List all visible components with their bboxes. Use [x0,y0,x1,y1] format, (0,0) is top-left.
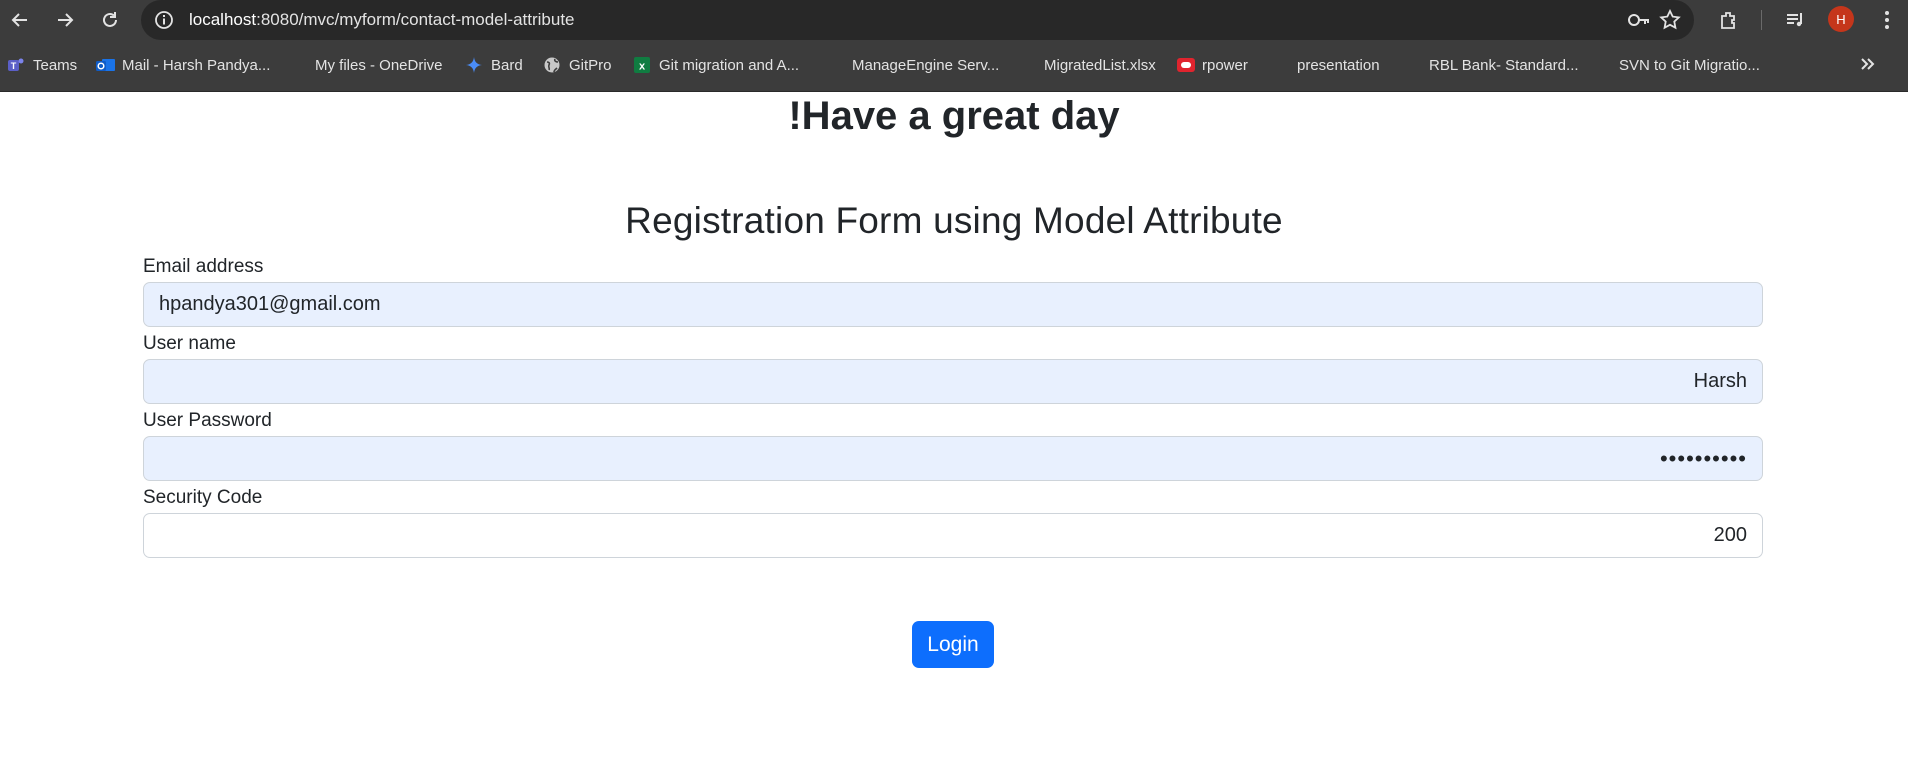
bookmark-label: rpower [1202,56,1248,74]
bookmark-label: RBL Bank- Standard... [1429,56,1579,74]
outlook-icon [96,56,115,74]
bookmark-label: My files - OneDrive [315,56,443,74]
back-arrow-icon [11,13,27,27]
url-path: :8080/mvc/myform/contact-model-attribute [256,10,575,29]
bookmark-label: SVN to Git Migratio... [1619,56,1760,74]
svg-text:x: x [639,61,646,73]
site-info-icon[interactable] [154,10,174,30]
profile-avatar[interactable]: H [1828,6,1854,32]
bookmarks-bar: T Teams Mail - Harsh Pandya... My files … [0,40,1908,92]
bookmark-bard[interactable]: Bard [465,54,523,76]
bookmark-mail[interactable]: Mail - Harsh Pandya... [96,54,270,76]
reload-icon [103,12,117,27]
form-title: Registration Form using Model Attribute [625,200,1283,241]
url-domain: localhost [189,10,257,29]
password-label: User Password [143,410,272,431]
globe-icon [543,56,561,74]
address-bar[interactable]: localhost:8080/mvc/myform/contact-model-… [141,0,1694,40]
bookmark-label: ManageEngine Serv... [852,56,1000,74]
microsoft-icon [1271,56,1289,74]
bookmark-presentation[interactable]: presentation [1271,54,1380,76]
password-key-icon[interactable] [1627,10,1651,30]
email-field[interactable]: hpandya301@gmail.com [143,282,1763,327]
microsoft-icon [289,56,307,74]
microsoft-icon [1018,56,1036,74]
extensions-button[interactable] [1715,6,1743,34]
bookmark-label: Git migration and A... [659,56,800,74]
microsoft-icon [826,56,844,74]
bookmark-migratedlist[interactable]: MigratedList.xlsx [1018,54,1156,76]
media-queue-icon [1787,13,1802,27]
login-button[interactable]: Login [912,621,994,668]
page-content: !Have a great day Registration Form usin… [0,92,1908,782]
bookmark-svn-git[interactable]: SVN to Git Migratio... [1593,54,1760,76]
password-field[interactable]: •••••••••• [143,436,1763,481]
email-label: Email address [143,256,264,277]
puzzle-icon [1721,12,1735,29]
oracle-icon [1176,56,1195,74]
bookmark-label: GitPro [569,56,612,74]
browser-menu-button[interactable] [1873,6,1901,34]
microsoft-icon [1403,56,1421,74]
bookmark-teams[interactable]: T Teams [7,54,77,76]
toolbar-divider [1761,10,1762,30]
bookmark-git-migration[interactable]: x Git migration and A... [633,54,799,76]
svg-text:T: T [11,61,17,71]
security-code-field[interactable]: 200 [143,513,1763,558]
bookmark-label: presentation [1297,56,1380,74]
reading-list-button[interactable] [1781,6,1809,34]
bookmark-gitpro[interactable]: GitPro [543,54,612,76]
forward-arrow-icon [58,13,74,27]
kebab-menu-icon [1885,11,1889,29]
url-text[interactable]: localhost:8080/mvc/myform/contact-model-… [189,10,575,30]
username-label: User name [143,333,236,354]
bard-sparkle-icon [465,56,483,74]
bookmark-label: Mail - Harsh Pandya... [122,56,271,74]
bookmark-onedrive[interactable]: My files - OneDrive [289,54,443,76]
bookmark-star-icon[interactable] [1659,9,1681,31]
bookmark-label: Bard [491,56,523,74]
back-button[interactable] [4,4,36,36]
bookmark-label: MigratedList.xlsx [1044,56,1156,74]
more-bookmarks-chevron-icon[interactable] [1858,54,1878,74]
bookmark-manageengine[interactable]: ManageEngine Serv... [826,54,999,76]
bookmark-label: Teams [33,56,78,74]
bookmark-rpower[interactable]: rpower [1176,54,1248,76]
microsoft-icon [1593,56,1611,74]
browser-toolbar: localhost:8080/mvc/myform/contact-model-… [0,0,1908,40]
forward-button[interactable] [49,4,81,36]
security-code-label: Security Code [143,487,263,508]
reload-button[interactable] [94,4,126,36]
username-field[interactable]: Harsh [143,359,1763,404]
bookmark-rbl-bank[interactable]: RBL Bank- Standard... [1403,54,1579,76]
excel-icon: x [633,56,651,74]
teams-icon: T [7,56,25,74]
greeting-heading: !Have a great day [788,94,1120,138]
